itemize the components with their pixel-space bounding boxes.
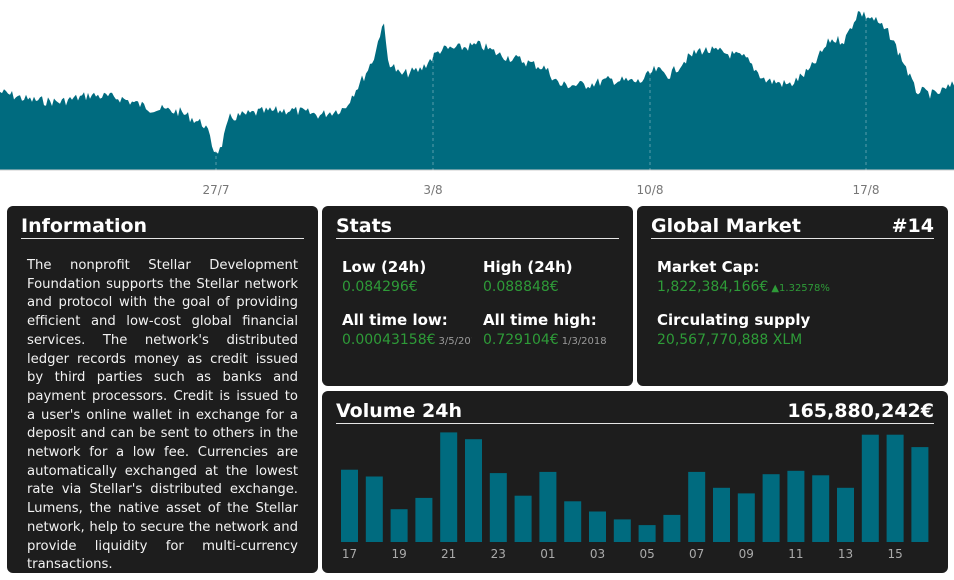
volume-bar-01 — [539, 471, 557, 542]
volume-panel: Volume 24h 165,880,242€ 17 19 21 23 01 03 05 07… — [322, 391, 948, 573]
volume-bar-04 — [613, 519, 631, 542]
volume-bar-22 — [465, 439, 482, 542]
all-time-high-amount: 0.729104€ — [483, 332, 559, 348]
all-time-low-date: 3/5/2015 — [438, 336, 472, 347]
volume-bar-12 — [812, 475, 830, 542]
volume-bar-18 — [365, 476, 383, 542]
information-text: The nonprofit Stellar Development Founda… — [27, 258, 298, 573]
all-time-low-amount: 0.00043158€ — [342, 332, 436, 348]
volume-bar-08 — [713, 487, 730, 542]
volume-tick-11: 11 — [788, 547, 803, 561]
information-panel: Information The nonprofit Stellar Develo… — [7, 206, 318, 573]
volume-bar-15 — [886, 434, 904, 542]
volume-tick-05: 05 — [639, 547, 654, 561]
volume-chart: 17 19 21 23 01 03 05 07 09 11 13 15 — [341, 432, 929, 561]
volume-bar-23 — [489, 473, 507, 542]
volume-bar-24 — [514, 495, 532, 542]
volume-bar-09 — [737, 493, 755, 542]
low-24h-value: 0.084296€ — [342, 279, 418, 295]
market-cap-label: Market Cap: — [657, 258, 760, 276]
volume-bar-14 — [861, 434, 879, 542]
high-24h-label: High (24h) — [483, 258, 573, 276]
volume-bar-02 — [564, 501, 582, 542]
stats-panel: Stats Low (24h) 0.084296€ High (24h) 0.0… — [322, 206, 633, 386]
x-tick-2: 3/8 — [423, 183, 442, 197]
volume-tick-19: 19 — [391, 547, 406, 561]
stats-header: Stats — [336, 214, 619, 239]
x-tick-3: 10/8 — [637, 183, 664, 197]
price-chart: 27/7 3/8 10/8 17/8 — [0, 0, 954, 197]
global-market-header: Global Market #14 — [651, 214, 934, 239]
volume-bar-13 — [837, 487, 854, 542]
volume-tick-21: 21 — [441, 547, 456, 561]
volume-tick-15: 15 — [887, 547, 902, 561]
volume-bar-10 — [762, 474, 780, 542]
volume-tick-23: 23 — [491, 547, 506, 561]
volume-bar-11 — [787, 470, 805, 542]
market-cap-change: ▲1.32578% — [771, 283, 830, 294]
volume-bar-21 — [440, 432, 458, 542]
high-24h-value: 0.088848€ — [483, 279, 559, 295]
information-title: Information — [21, 215, 148, 237]
circulating-supply-label: Circulating supply — [657, 311, 811, 329]
volume-tick-09: 09 — [739, 547, 754, 561]
all-time-low-label: All time low: — [342, 311, 448, 329]
volume-bar-05 — [638, 525, 656, 542]
volume-bar-16 — [911, 447, 929, 542]
all-time-high-value: 0.729104€ 1/3/2018 — [483, 332, 607, 348]
global-market-title: Global Market — [651, 215, 801, 237]
price-area — [0, 11, 954, 170]
low-24h-label: Low (24h) — [342, 258, 427, 276]
x-tick-4: 17/8 — [853, 183, 880, 197]
volume-bar-03 — [589, 511, 606, 542]
all-time-high-date: 1/3/2018 — [561, 336, 607, 347]
volume-tick-07: 07 — [689, 547, 704, 561]
stats-title: Stats — [336, 215, 392, 237]
all-time-high-label: All time high: — [483, 311, 597, 329]
volume-bar-06 — [663, 514, 681, 542]
information-header: Information — [21, 214, 304, 239]
volume-tick-17: 17 — [342, 547, 357, 561]
volume-tick-03: 03 — [590, 547, 605, 561]
market-cap-value: 1,822,384,166€ ▲1.32578% — [657, 279, 830, 295]
volume-tick-01: 01 — [540, 547, 555, 561]
global-market-rank: #14 — [891, 215, 934, 237]
global-market-panel: Global Market #14 Market Cap: 1,822,384,… — [637, 206, 948, 386]
market-cap-amount: 1,822,384,166€ — [657, 279, 769, 295]
volume-bar-20 — [415, 497, 433, 542]
volume-tick-13: 13 — [838, 547, 853, 561]
volume-bar-07 — [688, 471, 706, 542]
volume-bar-19 — [390, 509, 408, 542]
volume-bar-17 — [341, 469, 358, 542]
x-tick-1: 27/7 — [203, 183, 230, 197]
all-time-low-value: 0.00043158€3/5/2015 — [342, 332, 472, 348]
circulating-supply-value: 20,567,770,888 XLM — [657, 332, 803, 348]
